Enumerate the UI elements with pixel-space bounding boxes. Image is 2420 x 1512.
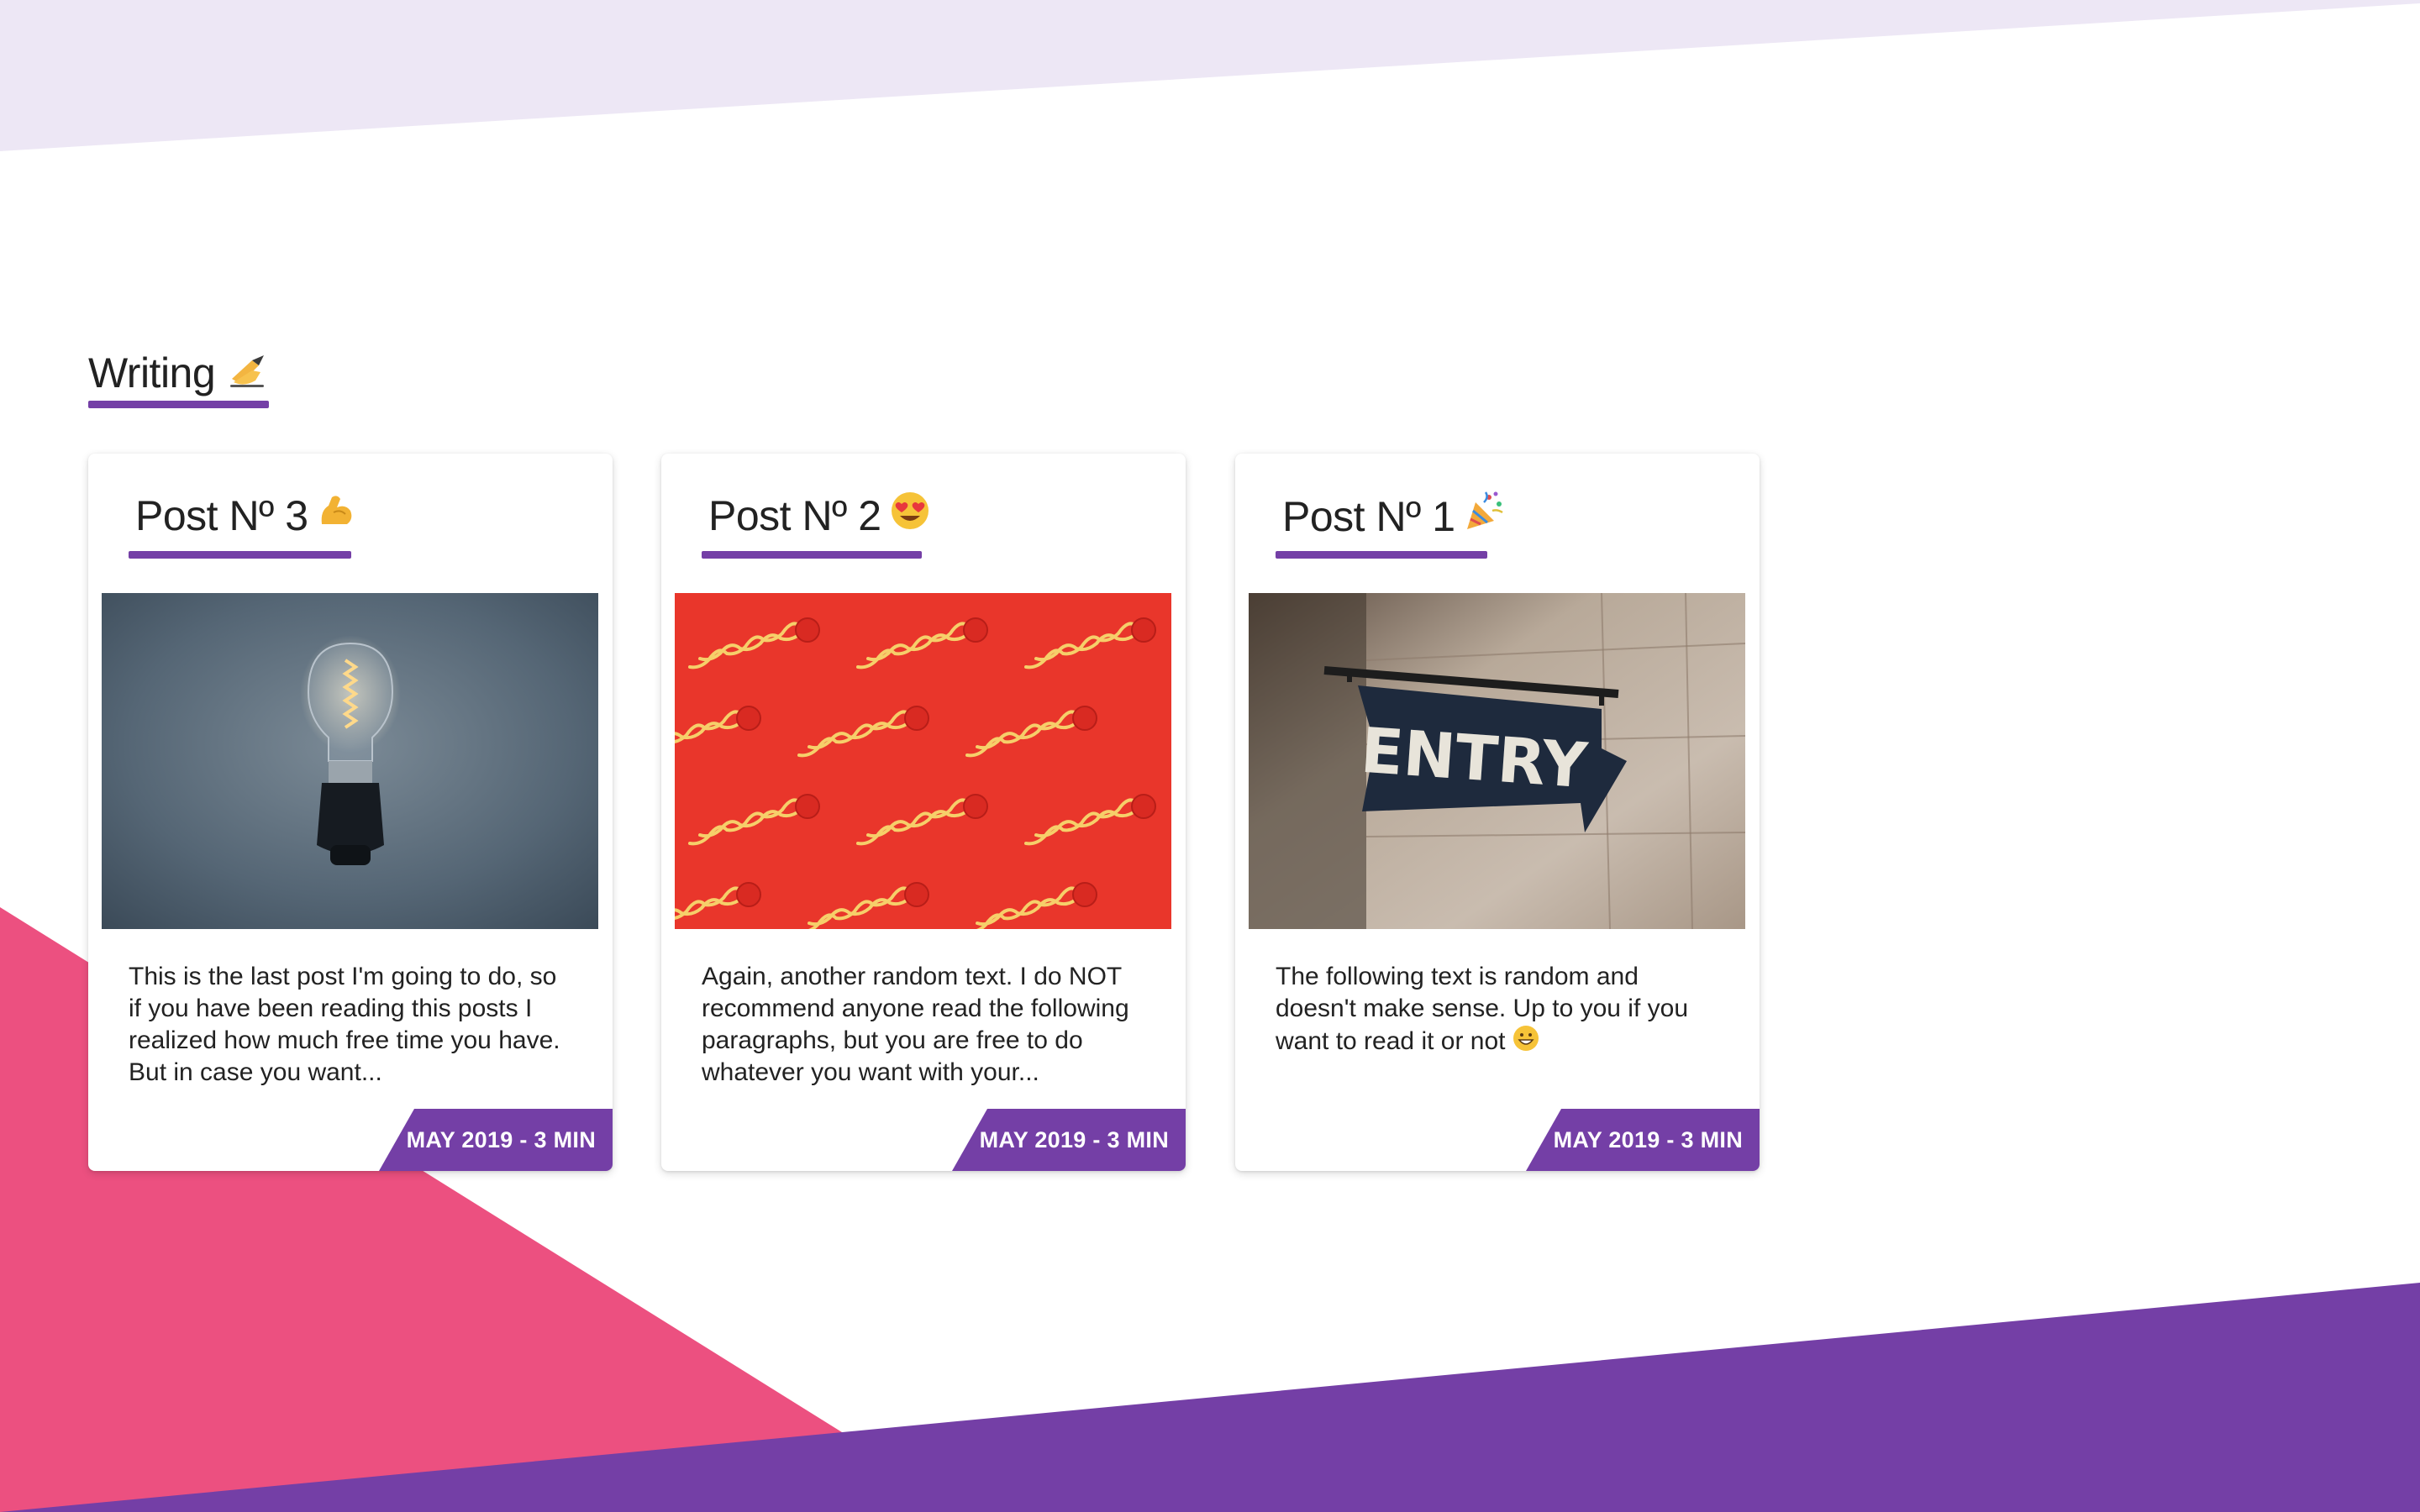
- post-image[interactable]: [102, 593, 598, 929]
- noodle-bundle: [1072, 706, 1097, 731]
- post-meta-badge: MAY 2019 - 3 MIN: [379, 1109, 613, 1171]
- noodle-bundle: [1131, 617, 1156, 643]
- post-title-text: Post Nº 1: [1282, 493, 1455, 540]
- noodle-bundle: [963, 794, 988, 819]
- post-card[interactable]: Post Nº 1 ENTRY The following text is ra…: [1235, 454, 1760, 1171]
- post-title-text: Post Nº 2: [708, 492, 881, 539]
- post-title-underline: [1276, 551, 1487, 559]
- top-band-shape: [0, 0, 2420, 151]
- noodle-bundle: [1131, 794, 1156, 819]
- post-card[interactable]: Post Nº 3 This is the last post I'm goin…: [88, 454, 613, 1171]
- post-title[interactable]: Post Nº 3: [135, 491, 357, 541]
- post-image[interactable]: ENTRY: [1249, 593, 1745, 929]
- post-meta-badge: MAY 2019 - 3 MIN: [1526, 1109, 1760, 1171]
- noodles-photo: [675, 593, 1171, 929]
- noodle-bundle: [904, 706, 929, 731]
- party-popper-icon: [1464, 491, 1506, 543]
- post-excerpt-text: The following text is random and doesn't…: [1276, 963, 1689, 1055]
- post-title-text: Post Nº 3: [135, 492, 308, 539]
- post-title-underline: [702, 551, 922, 559]
- post-meta-badge: MAY 2019 - 3 MIN: [952, 1109, 1186, 1171]
- section-title-underline: [88, 401, 269, 408]
- post-excerpt: Again, another random text. I do NOT rec…: [702, 963, 1129, 1086]
- section-title-text: Writing: [88, 349, 216, 396]
- writing-hand-icon: [227, 345, 272, 401]
- page: Writing Post Nº 3 This is the last post …: [0, 0, 2420, 1512]
- post-excerpt: The following text is random and doesn't…: [1276, 961, 1721, 1060]
- noodle-bundle: [795, 617, 820, 643]
- post-title[interactable]: Post Nº 1: [1282, 491, 1506, 543]
- post-card[interactable]: Post Nº 2 Again, another random text. I …: [661, 454, 1186, 1171]
- post-title[interactable]: Post Nº 2: [708, 491, 930, 541]
- lightbulb-photo: [102, 593, 598, 929]
- noodle-bundle: [736, 882, 761, 907]
- post-excerpt: This is the last post I'm going to do, s…: [129, 963, 560, 1086]
- section-title: Writing: [88, 338, 272, 408]
- noodle-bundle: [795, 794, 820, 819]
- noodle-bundle: [963, 617, 988, 643]
- post-image[interactable]: [675, 593, 1171, 929]
- noodle-bundle: [1072, 882, 1097, 907]
- grinning-face-icon: [1512, 1025, 1539, 1060]
- noodle-bundle: [904, 882, 929, 907]
- flexed-biceps-icon: [317, 491, 357, 541]
- post-title-underline: [129, 551, 351, 559]
- heart-eyes-face-icon: [890, 491, 930, 541]
- entry-sign-photo: ENTRY: [1249, 593, 1745, 929]
- noodle-bundle: [736, 706, 761, 731]
